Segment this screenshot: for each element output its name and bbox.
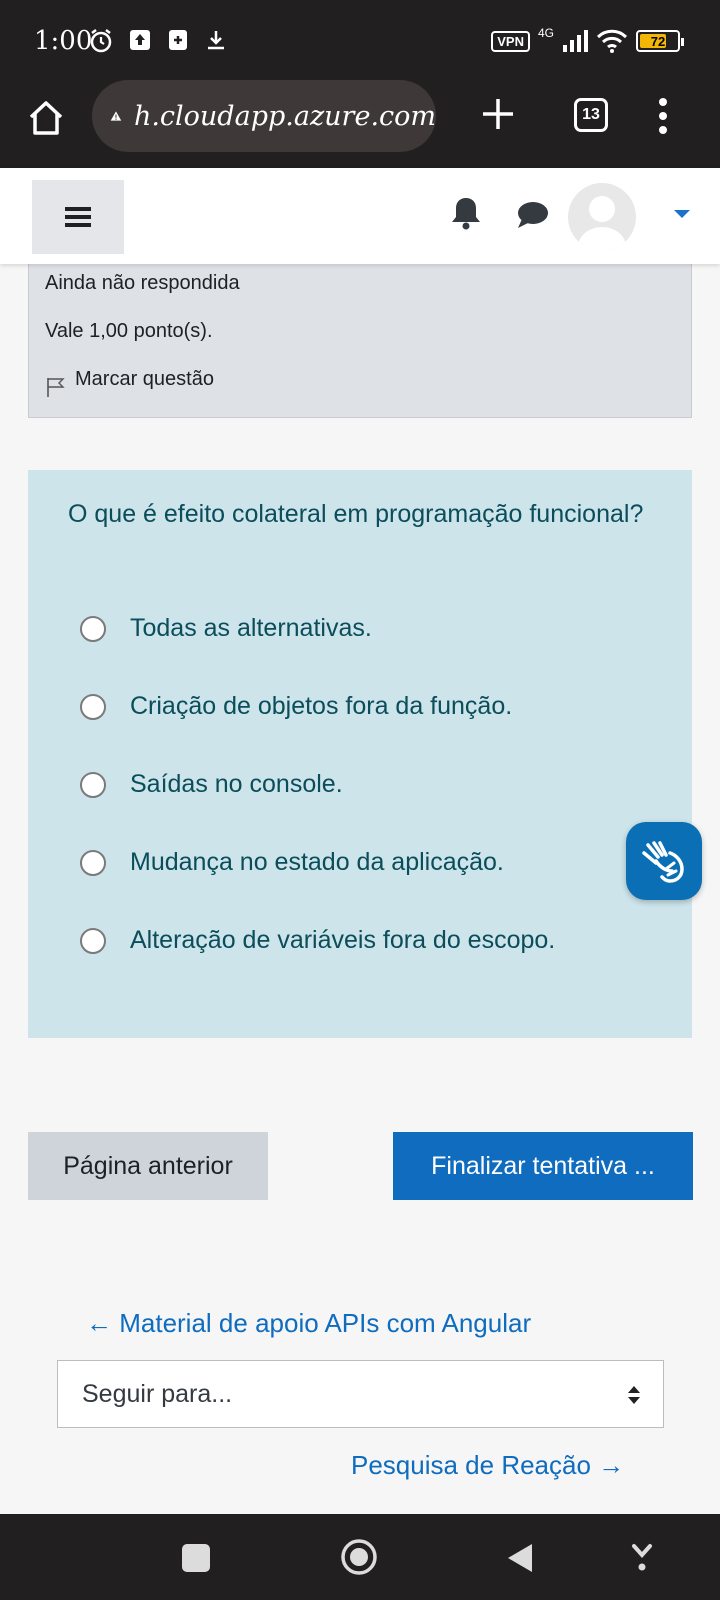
answer-option[interactable]: Saídas no console. [80,770,343,799]
battery-level: 72 [650,33,666,49]
question-info-panel: Ainda não respondida Vale 1,00 ponto(s).… [28,264,692,418]
url-text: h.cloudapp.azure.com [133,100,436,132]
upload-icon [130,30,150,50]
home-circle-icon[interactable] [340,1538,378,1576]
user-menu-caret-icon[interactable] [674,210,690,218]
more-menu-icon[interactable] [656,96,670,136]
alarm-icon [90,29,112,53]
new-tab-icon[interactable] [478,94,518,134]
answer-option-label[interactable]: Alteração de variáveis fora do escopo. [130,926,555,955]
hamburger-icon [65,207,91,227]
vpn-badge: VPN [491,30,530,52]
radio-button[interactable] [80,927,106,954]
network-type: 4G [537,26,554,40]
jump-to-select[interactable]: Seguir para... [57,1360,664,1428]
answer-option-label[interactable]: Todas as alternativas. [130,614,372,643]
notifications-bell-icon[interactable] [450,196,482,230]
user-avatar-icon [578,196,626,251]
sign-language-hands-icon [642,841,684,883]
next-activity-link[interactable]: Pesquisa de Reação → [351,1450,624,1481]
radio-button[interactable] [80,693,106,720]
question-text: O que é efeito colateral em programação … [68,500,644,528]
back-triangle-icon[interactable] [506,1542,534,1574]
signal-icon [563,30,588,52]
tab-count-button[interactable]: 13 [574,98,608,132]
question-points: Vale 1,00 ponto(s). [45,320,213,342]
previous-page-button[interactable]: Página anterior [28,1132,268,1200]
hide-keyboard-down-icon[interactable] [630,1542,654,1572]
home-icon[interactable] [26,98,66,138]
wifi-icon [596,29,628,53]
answer-option[interactable]: Todas as alternativas. [80,614,372,643]
user-avatar[interactable] [568,183,636,251]
answer-option-label[interactable]: Criação de objetos fora da função. [130,692,512,721]
jump-to-select-value: Seguir para... [82,1379,233,1408]
recent-apps-icon[interactable] [182,1544,210,1572]
status-bar: 1:00 VPN 4G 72 [0,0,720,80]
answer-option[interactable]: Alteração de variáveis fora do escopo. [80,926,555,955]
answer-option-label[interactable]: Mudança no estado da aplicação. [130,848,504,877]
radio-button[interactable] [80,771,106,798]
flag-question-link[interactable]: Marcar questão [75,368,214,391]
question-panel: O que é efeito colateral em programação … [28,470,692,1038]
site-header [0,168,720,264]
sign-language-accessibility-button[interactable] [626,822,702,900]
messages-chat-icon[interactable] [516,200,550,230]
radio-button[interactable] [80,849,106,876]
select-arrows-icon [628,1386,640,1404]
nav-drawer-button[interactable] [32,180,124,254]
browser-toolbar: h.cloudapp.azure.com 13 [0,80,720,168]
answer-option[interactable]: Criação de objetos fora da função. [80,692,512,721]
flag-icon[interactable] [45,376,67,398]
question-status: Ainda não respondida [45,272,240,294]
radio-button[interactable] [80,615,106,642]
warning-icon[interactable] [110,101,122,131]
battery-icon: 72 [636,30,684,52]
system-nav-bar [0,1514,720,1600]
status-time: 1:00 [34,26,93,56]
finish-attempt-button[interactable]: Finalizar tentativa ... [393,1132,693,1200]
download-icon [208,31,224,50]
answer-option-label[interactable]: Saídas no console. [130,770,343,799]
address-bar[interactable]: h.cloudapp.azure.com [92,80,436,152]
sim-icon [169,30,187,50]
previous-activity-link[interactable]: ← Material de apoio APIs com Angular [86,1308,531,1339]
answer-option[interactable]: Mudança no estado da aplicação. [80,848,504,877]
